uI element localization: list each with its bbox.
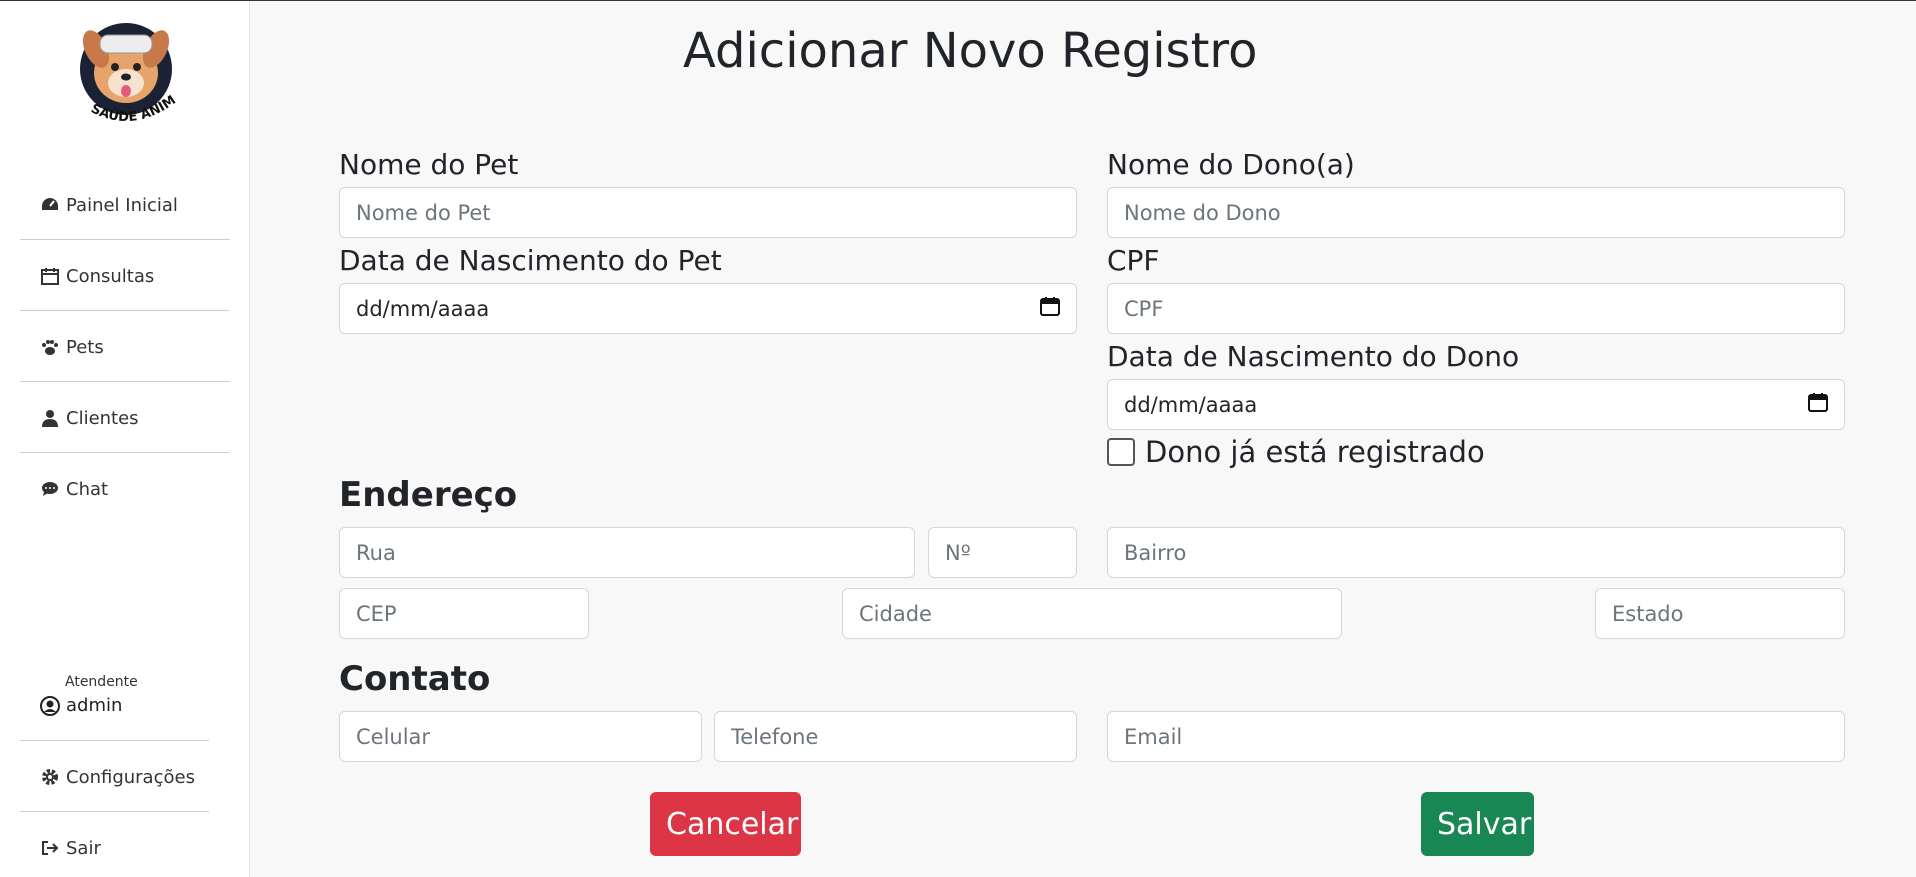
divider [20, 452, 230, 453]
sidebar-item-label: Painel Inicial [66, 194, 178, 216]
street-input[interactable] [339, 527, 915, 578]
cep-input[interactable] [339, 588, 589, 639]
owner-birth-label: Data de Nascimento do Dono [1107, 340, 1520, 373]
owner-registered-checkbox[interactable] [1107, 438, 1135, 466]
dashboard-icon [40, 196, 60, 214]
email-input[interactable] [1107, 711, 1845, 762]
gear-icon [40, 768, 60, 786]
owner-registered-label: Dono já está registrado [1145, 435, 1485, 469]
sidebar-item-label: Pets [66, 336, 104, 358]
owner-birth-date-field[interactable]: dd/mm/aaaa [1107, 379, 1845, 430]
pet-name-label: Nome do Pet [339, 148, 519, 181]
owner-name-input[interactable] [1107, 187, 1845, 238]
user-circle-icon [40, 695, 60, 716]
user-name: admin [40, 695, 122, 716]
contact-section-title: Contato [339, 659, 491, 699]
sidebar-item-chat[interactable]: Chat [20, 454, 230, 524]
sidebar-item-label: Configurações [66, 766, 195, 788]
city-input[interactable] [842, 588, 1342, 639]
sidebar-item-label: Clientes [66, 407, 139, 429]
sidebar-item-label: Consultas [66, 265, 155, 287]
calendar-picker-icon[interactable] [1808, 392, 1828, 417]
calendar-picker-icon[interactable] [1040, 296, 1060, 321]
save-button[interactable]: Salvar [1421, 792, 1534, 856]
sidebar-item-consultas[interactable]: Consultas [20, 241, 230, 311]
telephone-input[interactable] [714, 711, 1077, 762]
cpf-input[interactable] [1107, 283, 1845, 334]
cpf-label: CPF [1107, 244, 1160, 277]
state-input[interactable] [1595, 588, 1845, 639]
pet-name-input[interactable] [339, 187, 1077, 238]
sidebar-item-label: Chat [66, 478, 109, 500]
logo[interactable]: SAÚDE ANIMAL [61, 0, 186, 133]
calendar-icon [40, 267, 60, 285]
cellphone-input[interactable] [339, 711, 702, 762]
divider [20, 740, 209, 741]
number-input[interactable] [928, 527, 1077, 578]
owner-registered-row: Dono já está registrado [1107, 435, 1485, 469]
sidebar: SAÚDE ANIMAL Painel Inicial Consultas Pe… [0, 0, 250, 877]
divider [20, 381, 230, 382]
sidebar-item-clientes[interactable]: Clientes [20, 383, 230, 453]
address-section-title: Endereço [339, 475, 518, 515]
neighborhood-input[interactable] [1107, 527, 1845, 578]
owner-name-label: Nome do Dono(a) [1107, 148, 1355, 181]
chat-icon [40, 480, 60, 498]
cancel-button[interactable]: Cancelar [650, 792, 801, 856]
owner-birth-date-value: dd/mm/aaaa [1124, 392, 1258, 417]
sidebar-item-pets[interactable]: Pets [20, 312, 230, 382]
divider [20, 811, 209, 812]
divider [20, 310, 230, 311]
sidebar-item-sair[interactable]: Sair [20, 813, 230, 877]
pet-birth-label: Data de Nascimento do Pet [339, 244, 722, 277]
page-title: Adicionar Novo Registro [683, 23, 1258, 79]
divider [20, 239, 230, 240]
sign-out-icon [40, 839, 60, 857]
user-name-text: admin [66, 695, 123, 716]
pet-birth-date-field[interactable]: dd/mm/aaaa [339, 283, 1077, 334]
sidebar-item-configuracoes[interactable]: Configurações [20, 742, 230, 812]
pet-birth-date-value: dd/mm/aaaa [356, 296, 490, 321]
user-icon [40, 409, 60, 427]
sidebar-item-label: Sair [66, 837, 101, 859]
sidebar-item-painel-inicial[interactable]: Painel Inicial [20, 170, 230, 240]
paw-icon [40, 338, 60, 356]
user-role: Atendente [65, 674, 138, 690]
